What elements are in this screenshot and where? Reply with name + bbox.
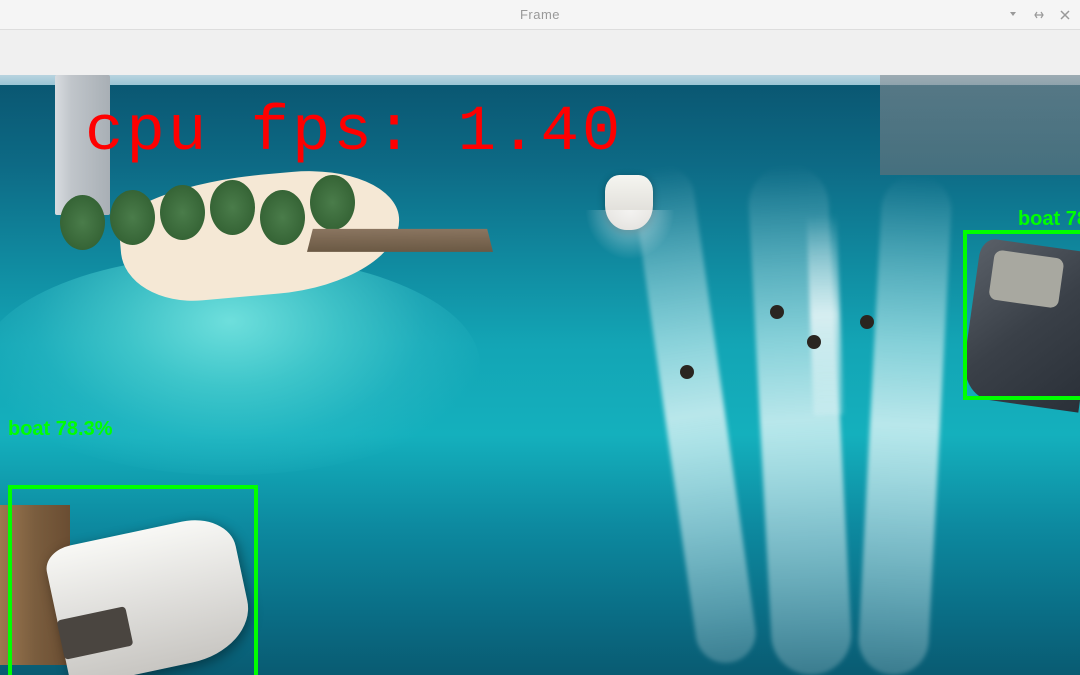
- minimize-icon[interactable]: [1006, 8, 1020, 22]
- scene-jetski: [680, 365, 694, 379]
- scene-jetski: [860, 315, 874, 329]
- detection-label: boat 78: [1018, 208, 1080, 231]
- scene-wake: [857, 174, 953, 675]
- scene-boat-center: [605, 175, 653, 230]
- window-controls: [1006, 0, 1072, 29]
- maximize-icon[interactable]: [1032, 8, 1046, 22]
- scene-wake: [807, 215, 844, 416]
- window-title: Frame: [520, 7, 560, 22]
- detection-bbox: [8, 485, 258, 675]
- frame-viewport: cpu fps: 1.40 boat 78.3% boat 78: [0, 75, 1080, 675]
- scene-tree: [160, 185, 205, 240]
- scene-pier: [307, 229, 493, 252]
- scene-tree: [310, 175, 355, 230]
- scene-marina: [880, 75, 1080, 175]
- scene-jetski: [807, 335, 821, 349]
- fps-overlay-text: cpu fps: 1.40: [85, 97, 623, 169]
- detection-label: boat 78.3%: [8, 418, 112, 441]
- window-titlebar: Frame: [0, 0, 1080, 30]
- video-frame: cpu fps: 1.40 boat 78.3% boat 78: [0, 75, 1080, 675]
- scene-tree: [60, 195, 105, 250]
- scene-tree: [260, 190, 305, 245]
- close-icon[interactable]: [1058, 8, 1072, 22]
- detection-bbox: [963, 230, 1080, 400]
- scene-tree: [210, 180, 255, 235]
- scene-jetski: [770, 305, 784, 319]
- scene-tree: [110, 190, 155, 245]
